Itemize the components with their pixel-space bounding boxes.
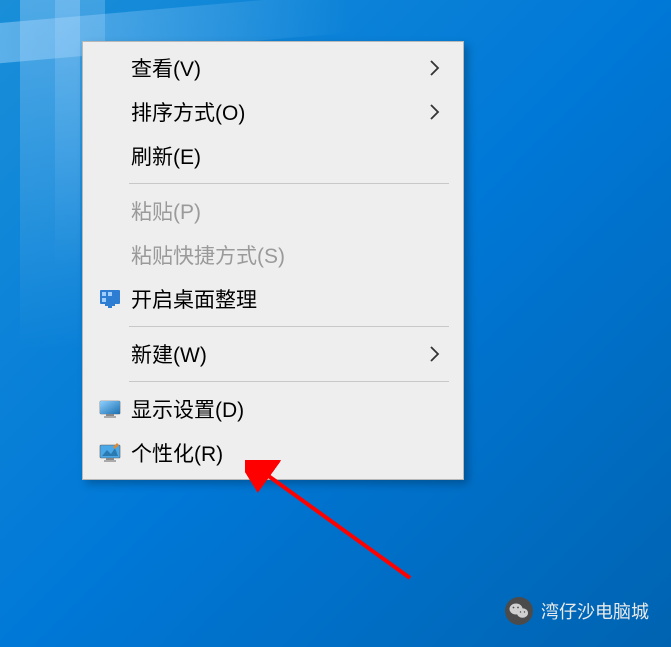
spacer-icon [95,196,125,226]
menu-item-view[interactable]: 查看(V) [85,46,461,90]
wechat-icon [505,597,533,625]
chevron-right-icon [425,59,445,77]
menu-label: 粘贴(P) [125,196,445,226]
wallpaper-beam [20,0,80,350]
chevron-right-icon [425,103,445,121]
menu-label: 个性化(R) [125,438,445,468]
menu-item-paste-shortcut: 粘贴快捷方式(S) [85,233,461,277]
spacer-icon [95,339,125,369]
spacer-icon [95,141,125,171]
desktop-context-menu: 查看(V) 排序方式(O) 刷新(E) 粘贴(P) 粘贴快捷方式(S) [82,41,464,480]
spacer-icon [95,97,125,127]
spacer-icon [95,53,125,83]
menu-item-personalize[interactable]: 个性化(R) [85,431,461,475]
menu-label: 粘贴快捷方式(S) [125,240,445,270]
menu-item-new[interactable]: 新建(W) [85,332,461,376]
menu-separator [129,326,449,327]
menu-label: 查看(V) [125,53,425,83]
menu-item-display-settings[interactable]: 显示设置(D) [85,387,461,431]
menu-item-refresh[interactable]: 刷新(E) [85,134,461,178]
watermark: 湾仔沙电脑城 [505,597,649,625]
menu-label: 排序方式(O) [125,97,425,127]
menu-label: 开启桌面整理 [125,284,445,314]
menu-item-desktop-organize[interactable]: 开启桌面整理 [85,277,461,321]
chevron-right-icon [425,345,445,363]
menu-item-sort[interactable]: 排序方式(O) [85,90,461,134]
spacer-icon [95,240,125,270]
menu-label: 新建(W) [125,339,425,369]
watermark-text: 湾仔沙电脑城 [541,598,649,624]
display-settings-icon [95,394,125,424]
menu-label: 刷新(E) [125,141,445,171]
menu-separator [129,183,449,184]
personalize-icon [95,438,125,468]
menu-label: 显示设置(D) [125,394,445,424]
desktop-organize-icon [95,284,125,314]
menu-separator [129,381,449,382]
menu-item-paste: 粘贴(P) [85,189,461,233]
